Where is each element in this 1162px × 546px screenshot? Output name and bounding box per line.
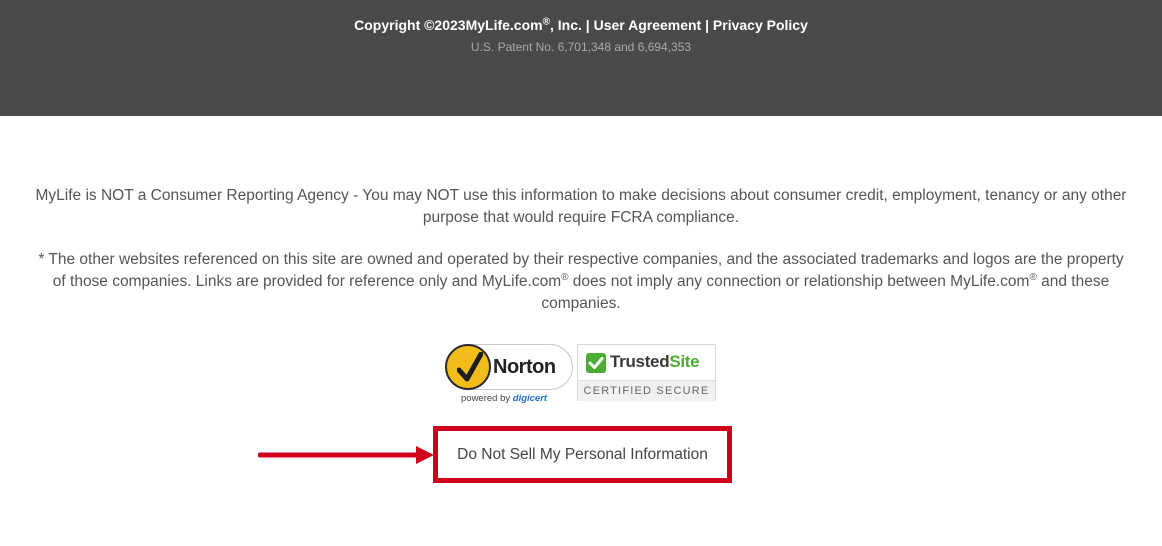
site-text: Site: [669, 352, 700, 371]
certified-secure-label: CERTIFIED SECURE: [578, 380, 715, 401]
trustedsite-badge[interactable]: TrustedSite CERTIFIED SECURE: [577, 344, 716, 401]
user-agreement-link[interactable]: User Agreement: [594, 17, 702, 33]
copyright-suffix: , Inc.: [549, 17, 582, 33]
norton-seal: [445, 344, 491, 390]
trustedsite-logo-text: TrustedSite: [610, 352, 700, 372]
do-not-sell-link[interactable]: Do Not Sell My Personal Information: [438, 431, 727, 478]
registered-mark: ®: [542, 16, 550, 28]
checkmark-icon: [457, 352, 483, 382]
checkmark-icon-svg: [588, 357, 604, 369]
trademark-disclaimer: * The other websites referenced on this …: [30, 249, 1132, 315]
norton-badge[interactable]: Norton powered by digicert: [445, 340, 575, 408]
trustedsite-header: TrustedSite: [578, 345, 715, 379]
trademark-text-2: does not imply any connection or relatio…: [568, 273, 1030, 290]
arrow-right-icon: [258, 446, 434, 464]
footer-bar: Copyright ©2023MyLife.com®, Inc. | User …: [0, 0, 1162, 116]
trusted-text: Trusted: [610, 352, 670, 371]
copyright-line: Copyright ©2023MyLife.com®, Inc. | User …: [0, 16, 1162, 34]
checkmark-icon: [586, 353, 606, 373]
powered-by-text: powered by: [461, 393, 511, 404]
highlight-box: Do Not Sell My Personal Information: [433, 426, 732, 483]
patent-text: U.S. Patent No. 6,701,348 and 6,694,353: [470, 40, 692, 54]
separator: |: [585, 17, 590, 33]
registered-mark: ®: [1029, 271, 1037, 283]
norton-logo-text: Norton: [493, 356, 556, 378]
separator: |: [705, 17, 710, 33]
privacy-policy-link[interactable]: Privacy Policy: [713, 17, 808, 33]
norton-powered-by: powered by digicert: [461, 393, 547, 404]
copyright-text: Copyright ©2023MyLife.com: [354, 17, 543, 33]
fcra-disclaimer: MyLife is NOT a Consumer Reporting Agenc…: [35, 187, 1127, 226]
digicert-text: digicert: [512, 393, 548, 404]
